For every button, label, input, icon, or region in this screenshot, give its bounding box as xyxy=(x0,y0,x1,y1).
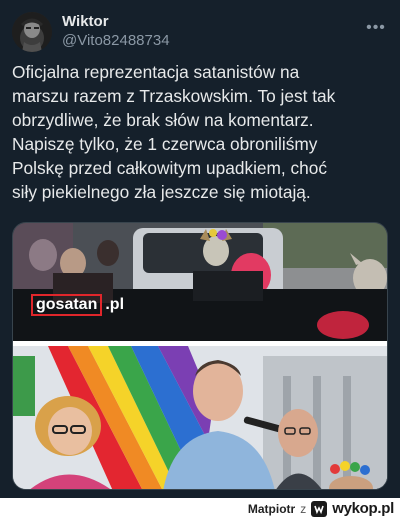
tweet-text-line: Polskę przed całkowitym upadkiem, choć xyxy=(12,158,328,178)
tweet-text-line: Napiszę tylko, że 1 czerwca obroniliśmy xyxy=(12,134,318,154)
tweet-header: Wiktor @Vito82488734 ••• xyxy=(12,10,388,56)
tweet-text-line: Oficjalna reprezentacja satanistów na xyxy=(12,62,300,82)
march-photo-scene xyxy=(13,223,387,341)
tweet-text-line: obrzydliwe, że brak słów na komentarz. xyxy=(12,110,314,130)
avatar[interactable] xyxy=(12,12,52,52)
tweet-text: Oficjalna reprezentacja satanistów na ma… xyxy=(12,60,388,204)
author-names: Wiktor @Vito82488734 xyxy=(62,12,170,51)
wykop-footer: Matpiotr z wykop.pl xyxy=(0,498,400,519)
speech-photo[interactable] xyxy=(13,346,387,489)
watermark: gosatan .pl xyxy=(31,293,124,317)
tweet-card: Wiktor @Vito82488734 ••• Oficjalna repre… xyxy=(0,0,400,498)
tweet-text-line: siły piekielnego zła jeszcze się miotają… xyxy=(12,182,311,202)
tweet-media[interactable]: gosatan .pl xyxy=(12,222,388,490)
footer-preposition: z xyxy=(300,501,307,516)
march-photo[interactable]: gosatan .pl xyxy=(13,223,387,341)
wykop-logo-text[interactable]: wykop.pl xyxy=(332,500,394,517)
more-icon: ••• xyxy=(366,19,386,36)
speech-photo-scene xyxy=(13,346,387,489)
footer-username[interactable]: Matpiotr xyxy=(248,502,295,516)
avatar-image xyxy=(12,12,52,52)
wykop-logo-icon xyxy=(311,500,328,517)
tweet-text-line: marszu razem z Trzaskowskim. To jest tak xyxy=(12,86,336,106)
author-handle[interactable]: @Vito82488734 xyxy=(62,31,170,51)
watermark-domain: .pl xyxy=(105,296,125,313)
watermark-name: gosatan xyxy=(31,294,103,316)
author-display-name[interactable]: Wiktor xyxy=(62,12,170,31)
footer-attribution: Matpiotr z wykop.pl xyxy=(248,500,394,517)
more-options-button[interactable]: ••• xyxy=(364,16,388,40)
